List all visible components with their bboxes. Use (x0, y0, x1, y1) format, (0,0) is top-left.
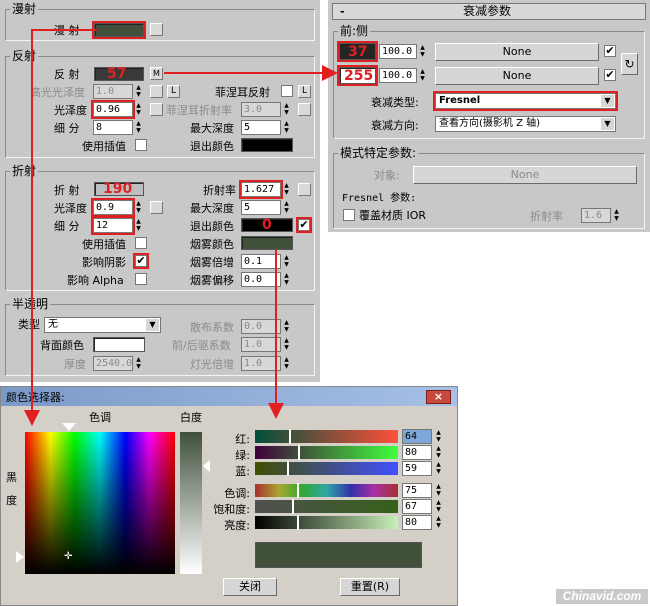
callout-arrows (24, 29, 338, 426)
watermark-text: Chinavid.com (556, 589, 648, 604)
callout-arrow-diffuse-to-picker (24, 29, 97, 426)
